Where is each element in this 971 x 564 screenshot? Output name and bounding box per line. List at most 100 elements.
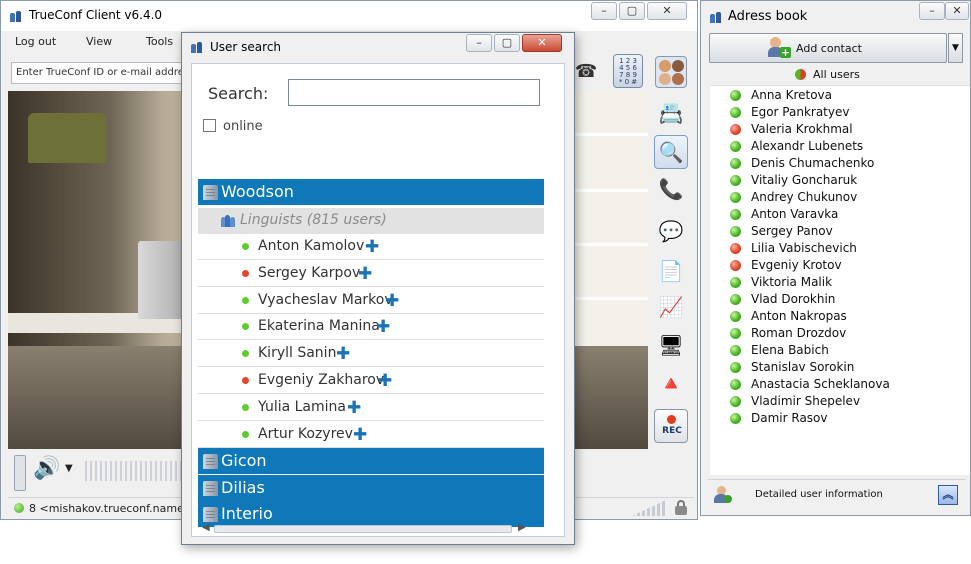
presentation-icon[interactable]: 📈 (654, 291, 688, 325)
speaker-dropdown-arrow[interactable]: ▼ (65, 463, 73, 474)
contact-row[interactable]: Denis Chumachenko (710, 155, 968, 172)
file-transfer-icon[interactable]: 📄 (654, 255, 688, 289)
call-transfer-icon[interactable]: 📞 (654, 173, 688, 207)
add-contact-button[interactable]: + Add contact (709, 33, 947, 63)
maximize-button[interactable]: ▢ (619, 2, 645, 20)
contact-row[interactable]: Anton Varavka (710, 206, 968, 223)
contact-row[interactable]: Viktoria Malik (710, 274, 968, 291)
scrollbar-thumb[interactable] (214, 525, 512, 533)
contact-row[interactable]: Anton Nakropas (710, 308, 968, 325)
contact-row[interactable]: Sergey Panov (710, 223, 968, 240)
search-input[interactable] (288, 79, 540, 106)
add-contact-dropdown-button[interactable]: ▼ (948, 33, 963, 63)
whiteboard-icon[interactable]: 🔺 (654, 367, 688, 401)
close-button[interactable]: ✕ (522, 34, 562, 52)
record-button[interactable]: REC (654, 409, 688, 443)
company-row-dilias[interactable]: Dilias (198, 475, 544, 501)
menu-item-tools[interactable]: Tools (146, 35, 173, 48)
user-row[interactable]: Vyacheslav Markov ✚ (198, 288, 544, 314)
company-row-woodson[interactable]: Woodson (198, 179, 544, 205)
status-online-icon (242, 350, 249, 357)
user-search-window: User search – ▢ ✕ Search: online Woodson… (181, 32, 575, 545)
user-row[interactable]: Artur Kozyrev ✚ (198, 422, 544, 448)
minimize-button[interactable]: – (466, 34, 492, 52)
close-button[interactable]: ✕ (945, 2, 969, 20)
contact-row[interactable]: Lilia Vabischevich (710, 240, 968, 257)
add-contact-plus-icon[interactable]: ✚ (336, 346, 350, 363)
contact-name: Evgeniy Krotov (751, 258, 842, 272)
add-contact-plus-icon[interactable]: ✚ (365, 239, 379, 256)
user-row[interactable]: Kiryll Sanin ✚ (198, 341, 544, 367)
contact-row[interactable]: Vladimir Shepelev (710, 393, 968, 410)
add-contact-plus-icon[interactable]: ✚ (347, 400, 361, 417)
company-row-gicon[interactable]: Gicon (198, 448, 544, 474)
user-search-tool-icon[interactable]: 🔍 (654, 135, 688, 169)
status-online-icon (730, 141, 741, 152)
user-row[interactable]: Ekaterina Manina ✚ (198, 314, 544, 340)
status-online-icon (730, 379, 741, 390)
dial-keypad-icon[interactable]: 1 2 34 5 67 8 9 * 0 # (613, 54, 643, 88)
menu-item-view[interactable]: View (86, 35, 112, 48)
horizontal-scrollbar[interactable]: ◀ ▶ (200, 522, 558, 535)
contact-name: Anton Varavka (751, 207, 839, 221)
maximize-button[interactable]: ▢ (494, 34, 520, 52)
status-online-icon (242, 431, 249, 438)
app-logo-icon (9, 10, 23, 22)
scroll-right-icon[interactable]: ▶ (518, 522, 526, 533)
contact-row[interactable]: Egor Pankratyev (710, 104, 968, 121)
search-panel: Search: online Woodson Linguists (815 us… (191, 63, 565, 537)
contact-list: Anna Kretova Egor Pankratyev Valeria Krokh… (710, 85, 970, 475)
add-contact-plus-icon[interactable]: ✚ (376, 319, 390, 336)
contact-row[interactable]: Evgeniy Krotov (710, 257, 968, 274)
department-row[interactable]: Linguists (815 users) (198, 208, 544, 234)
minimize-button[interactable]: – (919, 2, 945, 20)
call-handset-icon[interactable]: ☎ (575, 61, 603, 87)
status-busy-icon (242, 270, 249, 277)
contact-name: Valeria Krokhmal (751, 122, 853, 136)
minimize-button[interactable]: – (591, 2, 617, 20)
contact-row[interactable]: Anna Kretova (710, 87, 968, 104)
expand-details-button[interactable]: ︽ (938, 485, 958, 505)
contact-row[interactable]: Elena Babich (710, 342, 968, 359)
conference-icon[interactable] (655, 56, 687, 88)
contact-name: Sergey Panov (751, 224, 833, 238)
status-online-icon (730, 226, 741, 237)
user-row[interactable]: Yulia Lamina ✚ (198, 395, 544, 421)
contact-row[interactable]: Stanislav Sorokin (710, 359, 968, 376)
record-label: REC (662, 426, 682, 436)
status-online-icon (730, 209, 741, 220)
user-row[interactable]: Evgeniy Zakharov ✚ (198, 368, 544, 394)
menu-item-log-out[interactable]: Log out (15, 35, 56, 48)
contact-row[interactable]: Vlad Dorokhin (710, 291, 968, 308)
online-checkbox[interactable] (203, 119, 216, 132)
contact-row[interactable]: Vitaliy Goncharuk (710, 172, 968, 189)
contact-name: Vitaliy Goncharuk (751, 173, 858, 187)
user-row[interactable]: Anton Kamolov ✚ (198, 234, 544, 260)
close-button[interactable]: ✕ (647, 2, 687, 20)
main-window-title: TrueConf Client v6.4.0 (29, 8, 163, 22)
user-row[interactable]: Sergey Karpov ✚ (198, 261, 544, 287)
user-name: Evgeniy Zakharov (258, 372, 385, 388)
screen-share-icon[interactable]: 🖥 (654, 329, 688, 363)
scroll-left-icon[interactable]: ◀ (202, 522, 210, 533)
contact-name: Vladimir Shepelev (751, 394, 861, 408)
contact-row[interactable]: Roman Drozdov (710, 325, 968, 342)
add-contact-plus-icon[interactable]: ✚ (358, 266, 372, 283)
user-name: Anton Kamolov (258, 238, 365, 254)
contact-row[interactable]: Andrey Chukunov (710, 189, 968, 206)
add-contact-plus-icon[interactable]: ✚ (378, 373, 392, 390)
address-book-tool-icon[interactable]: 📇 (654, 97, 688, 131)
add-contact-label: Add contact (796, 42, 862, 55)
user-name: Yulia Lamina (258, 399, 346, 415)
contact-row[interactable]: Anastacia Scheklanova (710, 376, 968, 393)
contact-row[interactable]: Damir Rasov (710, 410, 968, 427)
add-contact-plus-icon[interactable]: ✚ (385, 293, 399, 310)
contact-row[interactable]: Alexandr Lubenets (710, 138, 968, 155)
contact-row[interactable]: Valeria Krokhmal (710, 121, 968, 138)
volume-slider[interactable] (14, 455, 26, 491)
add-contact-plus-icon[interactable]: ✚ (353, 427, 367, 444)
speaker-icon[interactable]: 🔊 (29, 453, 65, 487)
trueconf-id-input[interactable]: Enter TrueConf ID or e-mail address t (11, 62, 185, 84)
chat-icon[interactable]: 💬 (654, 215, 688, 249)
app-logo-icon (190, 41, 204, 53)
